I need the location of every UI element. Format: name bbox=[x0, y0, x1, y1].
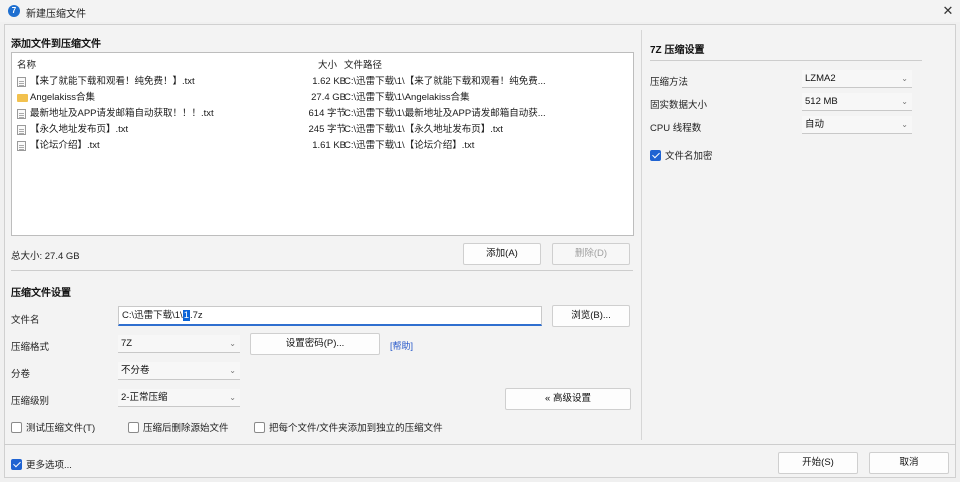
checkbox-label: 测试压缩文件(T) bbox=[26, 423, 96, 434]
total-size: 总大小: 27.4 GB bbox=[11, 251, 80, 262]
file-row[interactable]: 【论坛介绍】.txt 1.61 KB C:\迅雷下载\1\【论坛介绍】.txt bbox=[12, 138, 632, 153]
format-label: 压缩格式 bbox=[11, 342, 50, 353]
remove-button[interactable]: 删除(D) bbox=[552, 243, 630, 265]
folder-icon bbox=[17, 94, 28, 102]
column-header-size[interactable]: 大小 bbox=[318, 57, 337, 71]
threads-value: 自动 bbox=[805, 119, 825, 130]
filename-suffix: .7z bbox=[190, 310, 203, 321]
encrypt-names-checkbox[interactable]: 文件名加密 bbox=[650, 148, 713, 162]
level-value: 2-正常压缩 bbox=[121, 392, 168, 403]
method-label: 压缩方法 bbox=[650, 77, 689, 88]
split-label: 分卷 bbox=[11, 369, 31, 380]
file-path: C:\迅雷下载\1\【来了就能下载和观看！纯免费... bbox=[344, 76, 546, 87]
dictionary-select[interactable]: 512 MB ⌄ bbox=[802, 93, 912, 111]
chevron-down-icon: ⌄ bbox=[901, 97, 908, 106]
file-list[interactable]: 名称 大小 文件路径 【来了就能下载和观看！纯免费！】.txt 1.62 KB … bbox=[11, 52, 634, 236]
chevron-down-icon: ⌄ bbox=[229, 393, 236, 402]
document-icon bbox=[17, 141, 26, 151]
file-path: C:\迅雷下载\1\【论坛介绍】.txt bbox=[344, 140, 475, 151]
7z-settings-title: 7Z 压缩设置 bbox=[650, 45, 705, 56]
delete-source-checkbox[interactable]: 压缩后删除源始文件 bbox=[128, 420, 229, 434]
right-panel bbox=[641, 30, 952, 440]
help-link[interactable]: [帮助] bbox=[390, 339, 413, 352]
file-path: C:\迅雷下载\1\最新地址及APP请发邮箱自动获... bbox=[344, 108, 546, 119]
threads-select[interactable]: 自动 ⌄ bbox=[802, 116, 912, 134]
document-icon bbox=[17, 125, 26, 135]
divider bbox=[11, 270, 633, 271]
checkbox-box[interactable] bbox=[11, 458, 22, 470]
file-row[interactable]: 最新地址及APP请发邮箱自动获取！！！.txt 614 字节 C:\迅雷下载\1… bbox=[12, 106, 632, 121]
checkbox-box[interactable] bbox=[254, 421, 265, 433]
file-size: 245 字节 bbox=[308, 124, 347, 135]
checkbox-label: 更多选项... bbox=[26, 460, 72, 471]
column-header-path[interactable]: 文件路径 bbox=[344, 57, 382, 71]
file-name: 最新地址及APP请发邮箱自动获取！！！.txt bbox=[30, 108, 214, 119]
separate-archives-checkbox[interactable]: 把每个文件/文件夹添加到独立的压缩文件 bbox=[254, 420, 443, 434]
file-row[interactable]: Angelakiss合集 27.4 GB C:\迅雷下载\1\Angelakis… bbox=[12, 90, 632, 105]
checkbox-label: 压缩后删除源始文件 bbox=[143, 423, 229, 434]
column-header-name[interactable]: 名称 bbox=[17, 57, 36, 71]
format-value: 7Z bbox=[121, 338, 133, 349]
document-icon bbox=[17, 109, 26, 119]
advanced-settings-button[interactable]: « 高级设置 bbox=[505, 388, 631, 410]
test-archive-checkbox[interactable]: 测试压缩文件(T) bbox=[11, 420, 95, 434]
file-size: 1.61 KB bbox=[312, 140, 346, 151]
window-title: 新建压缩文件 bbox=[26, 9, 86, 20]
threads-label: CPU 线程数 bbox=[650, 123, 702, 134]
filename-label: 文件名 bbox=[11, 315, 40, 326]
split-value: 不分卷 bbox=[121, 365, 150, 376]
level-label: 压缩级别 bbox=[11, 396, 50, 407]
filename-prefix: C:\迅雷下载\1\ bbox=[122, 310, 183, 321]
chevron-down-icon: ⌄ bbox=[901, 120, 908, 129]
chevron-down-icon: ⌄ bbox=[229, 366, 236, 375]
cancel-button[interactable]: 取消 bbox=[869, 452, 949, 474]
footer-divider bbox=[4, 444, 956, 445]
chevron-down-icon: ⌄ bbox=[901, 74, 908, 83]
archive-settings-title: 压缩文件设置 bbox=[11, 288, 71, 299]
set-password-button[interactable]: 设置密码(P)... bbox=[250, 333, 380, 355]
dictionary-label: 固实数据大小 bbox=[650, 100, 708, 111]
checkbox-label: 文件名加密 bbox=[665, 151, 713, 162]
file-name: 【论坛介绍】.txt bbox=[30, 140, 100, 151]
divider bbox=[650, 60, 922, 61]
checkbox-label: 把每个文件/文件夹添加到独立的压缩文件 bbox=[269, 423, 443, 434]
add-button[interactable]: 添加(A) bbox=[463, 243, 541, 265]
format-select[interactable]: 7Z ⌄ bbox=[118, 335, 240, 353]
more-options-checkbox[interactable]: 更多选项... bbox=[11, 457, 72, 471]
split-select[interactable]: 不分卷 ⌄ bbox=[118, 362, 240, 380]
file-path: C:\迅雷下载\1\【永久地址发布页】.txt bbox=[344, 124, 503, 135]
file-row[interactable]: 【来了就能下载和观看！纯免费！】.txt 1.62 KB C:\迅雷下载\1\【… bbox=[12, 74, 632, 89]
chevron-down-icon: ⌄ bbox=[229, 339, 236, 348]
checkbox-box[interactable] bbox=[11, 421, 22, 433]
file-size: 614 字节 bbox=[308, 108, 347, 119]
file-name: 【来了就能下载和观看！纯免费！】.txt bbox=[30, 76, 195, 87]
document-icon bbox=[17, 77, 26, 87]
filename-input[interactable]: C:\迅雷下载\1\1.7z bbox=[118, 306, 542, 326]
checkbox-box[interactable] bbox=[128, 421, 139, 433]
file-size: 27.4 GB bbox=[311, 92, 346, 103]
start-button[interactable]: 开始(S) bbox=[778, 452, 858, 474]
add-files-title: 添加文件到压缩文件 bbox=[11, 39, 101, 50]
close-icon[interactable]: ✕ bbox=[940, 3, 956, 19]
file-name: 【永久地址发布页】.txt bbox=[30, 124, 129, 135]
browse-button[interactable]: 浏览(B)... bbox=[552, 305, 630, 327]
dictionary-value: 512 MB bbox=[805, 96, 838, 107]
file-row[interactable]: 【永久地址发布页】.txt 245 字节 C:\迅雷下载\1\【永久地址发布页】… bbox=[12, 122, 632, 137]
file-name: Angelakiss合集 bbox=[30, 92, 95, 103]
filename-selection: 1 bbox=[182, 310, 190, 321]
method-value: LZMA2 bbox=[805, 73, 836, 84]
title-bar bbox=[0, 0, 960, 22]
file-path: C:\迅雷下载\1\Angelakiss合集 bbox=[344, 92, 470, 103]
app-icon: 7 bbox=[8, 5, 20, 17]
checkbox-box[interactable] bbox=[650, 149, 661, 161]
level-select[interactable]: 2-正常压缩 ⌄ bbox=[118, 389, 240, 407]
method-select[interactable]: LZMA2 ⌄ bbox=[802, 70, 912, 88]
file-size: 1.62 KB bbox=[312, 76, 346, 87]
